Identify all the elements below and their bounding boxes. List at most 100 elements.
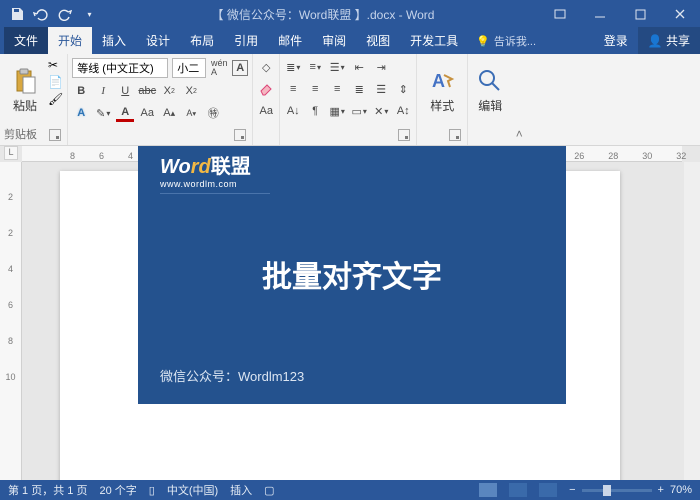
window-title: 【 微信公众号：Word联盟 】.docx - Word [106, 6, 540, 23]
paragraph-launcher-icon[interactable] [398, 129, 410, 141]
distribute-icon[interactable]: ☰ [372, 80, 390, 98]
font-size-select[interactable]: 小二 [172, 58, 206, 78]
bullets-icon[interactable]: ≣▾ [284, 58, 302, 76]
copy-icon[interactable]: 📄 [48, 75, 63, 89]
tab-mailings[interactable]: 邮件 [268, 27, 312, 54]
tab-developer[interactable]: 开发工具 [400, 27, 468, 54]
word-count[interactable]: 20 个字 [99, 482, 136, 498]
share-label: 共享 [666, 34, 690, 48]
borders-icon[interactable]: ▭▾ [350, 102, 368, 120]
asian-layout-icon[interactable]: ✕▾ [372, 102, 390, 120]
close-icon[interactable] [660, 0, 700, 28]
strikethrough-icon[interactable]: abc [138, 82, 156, 100]
format-painter-icon[interactable]: 🖌 [48, 92, 63, 106]
decrease-indent-icon[interactable]: ⇤ [350, 58, 368, 76]
font-name-select[interactable]: 等线 (中文正文) [72, 58, 168, 78]
sort-icon[interactable]: A↓ [284, 102, 302, 120]
align-right-icon[interactable]: ≡ [328, 80, 346, 98]
ribbon-display-options-icon[interactable] [540, 0, 580, 28]
window-controls [540, 0, 700, 28]
print-layout-view-icon[interactable] [479, 483, 497, 497]
line-spacing-icon[interactable]: ⇕ [394, 80, 412, 98]
multilevel-list-icon[interactable]: ☰▾ [328, 58, 346, 76]
tab-view[interactable]: 视图 [356, 27, 400, 54]
highlight-icon[interactable]: ✎▾ [94, 104, 112, 122]
clipboard-launcher-icon[interactable] [49, 129, 61, 141]
editing-button[interactable]: 编辑 [472, 56, 508, 124]
font-launcher-icon[interactable] [234, 129, 246, 141]
styles-launcher-icon[interactable] [449, 129, 461, 141]
clipboard-label: 剪贴板 [4, 127, 37, 143]
underline-icon[interactable]: U [116, 82, 134, 100]
zoom-slider[interactable] [582, 489, 652, 492]
grow-font-icon[interactable]: A▴ [160, 104, 178, 122]
ribbon-tabs: 文件 开始 插入 设计 布局 引用 邮件 审阅 视图 开发工具 💡 告诉我...… [0, 28, 700, 54]
italic-icon[interactable]: I [94, 82, 112, 100]
zoom-in-icon[interactable]: + [658, 484, 664, 496]
styles-button[interactable]: A 样式 [421, 56, 463, 124]
show-marks-icon[interactable]: ¶ [306, 102, 324, 120]
styles-label: 样式 [430, 97, 454, 114]
brand-part-b: rd [191, 156, 211, 178]
cut-icon[interactable]: ✂ [48, 58, 63, 72]
group-editing: 编辑 [468, 54, 512, 145]
paragraph-sort-icon[interactable]: A↕ [394, 102, 412, 120]
qat-customize-icon[interactable]: ▾ [78, 3, 100, 25]
character-shading-icon[interactable]: Aa [138, 104, 156, 122]
eraser-icon[interactable] [257, 80, 275, 98]
tab-design[interactable]: 设计 [136, 27, 180, 54]
web-layout-view-icon[interactable] [539, 483, 557, 497]
group-clipboard: 粘贴 ✂ 📄 🖌 剪贴板 [0, 54, 68, 145]
tell-me[interactable]: 💡 告诉我... [468, 28, 544, 54]
shrink-font-icon[interactable]: A▾ [182, 104, 200, 122]
brand-part-c: 联盟 [211, 156, 251, 178]
overlay-headline: 批量对齐文字 [160, 252, 544, 296]
tab-insert[interactable]: 插入 [92, 27, 136, 54]
tab-review[interactable]: 审阅 [312, 27, 356, 54]
signin[interactable]: 登录 [594, 27, 638, 54]
collapse-ribbon-icon[interactable]: ˄ [512, 54, 526, 145]
numbering-icon[interactable]: ≡▾ [306, 58, 324, 76]
minimize-icon[interactable] [580, 0, 620, 28]
page-indicator[interactable]: 第 1 页，共 1 页 [8, 482, 87, 498]
language-indicator[interactable]: 中文(中国) [167, 482, 218, 498]
undo-icon[interactable] [30, 3, 52, 25]
redo-icon[interactable] [54, 3, 76, 25]
zoom-out-icon[interactable]: − [569, 484, 575, 496]
tab-selector-icon[interactable]: L [4, 146, 18, 160]
clear-formatting-icon[interactable]: ◇ [257, 58, 275, 76]
phonetic-guide-icon[interactable]: wénA [210, 59, 228, 77]
align-center-icon[interactable]: ≡ [306, 80, 324, 98]
spellcheck-icon[interactable]: ▯ [149, 484, 155, 497]
brand-part-a: Wo [160, 156, 191, 178]
character-border-icon[interactable]: A [232, 60, 248, 76]
font-color-icon[interactable]: A [116, 104, 134, 122]
enclose-characters-icon[interactable]: ㊕ [204, 104, 222, 122]
tab-file[interactable]: 文件 [4, 27, 48, 54]
superscript-icon[interactable]: X2 [182, 82, 200, 100]
change-case-icon[interactable]: Aa [257, 102, 275, 120]
subscript-icon[interactable]: X2 [160, 82, 178, 100]
vertical-ruler[interactable]: 2246810 [0, 162, 22, 480]
title-bar: ▾ 【 微信公众号：Word联盟 】.docx - Word [0, 0, 700, 28]
tab-references[interactable]: 引用 [224, 27, 268, 54]
bold-icon[interactable]: B [72, 82, 90, 100]
zoom-percent[interactable]: 70% [670, 484, 692, 496]
macro-record-icon[interactable]: ▢ [264, 484, 274, 497]
tab-home[interactable]: 开始 [48, 27, 92, 54]
save-icon[interactable] [6, 3, 28, 25]
maximize-icon[interactable] [620, 0, 660, 28]
paste-button[interactable]: 粘贴 [4, 56, 46, 124]
quick-access-toolbar: ▾ [0, 3, 106, 25]
increase-indent-icon[interactable]: ⇥ [372, 58, 390, 76]
tab-layout[interactable]: 布局 [180, 27, 224, 54]
share-button[interactable]: 👤 共享 [638, 27, 700, 54]
editing-label: 编辑 [478, 97, 502, 114]
align-left-icon[interactable]: ≡ [284, 80, 302, 98]
vertical-scrollbar[interactable] [684, 162, 700, 480]
read-mode-view-icon[interactable] [509, 483, 527, 497]
shading-icon[interactable]: ▦▾ [328, 102, 346, 120]
text-effects-icon[interactable]: A [72, 104, 90, 122]
insert-mode[interactable]: 插入 [230, 482, 252, 498]
justify-icon[interactable]: ≣ [350, 80, 368, 98]
